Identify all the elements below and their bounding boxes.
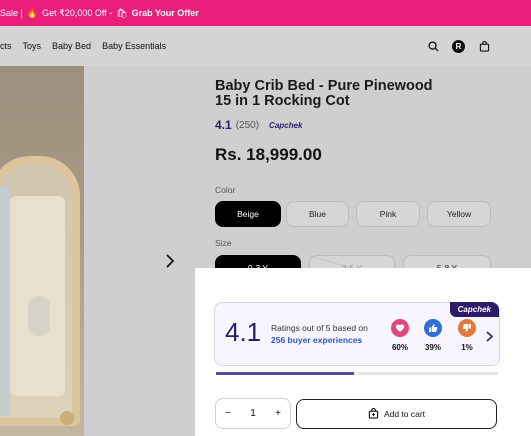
- capchek-rating-card[interactable]: Capchek 4.1 Ratings out of 5 based on 25…: [214, 302, 500, 366]
- add-to-cart-label: Add to cart: [383, 409, 426, 419]
- color-option-pink[interactable]: Pink: [356, 201, 420, 227]
- add-to-cart-button[interactable]: Add to cart: [296, 399, 497, 429]
- nav-item-baby-bed[interactable]: Baby Bed: [52, 41, 91, 51]
- promo-prefix: Sale |: [0, 8, 23, 18]
- color-option-beige[interactable]: Beige: [215, 201, 281, 227]
- color-option-blue[interactable]: Blue: [286, 201, 349, 227]
- color-label: Color: [215, 185, 236, 195]
- fire-icon: 🔥: [26, 7, 39, 18]
- account-icon[interactable]: R: [452, 39, 465, 53]
- product-title: Baby Crib Bed - Pure Pinewood 15 in 1 Ro…: [215, 78, 433, 109]
- stat-like-value: 39%: [424, 343, 441, 352]
- rating-count: (250): [235, 119, 260, 131]
- cart-icon[interactable]: [477, 39, 491, 53]
- cart-plus-icon: [368, 407, 379, 421]
- crib-panel: [10, 196, 65, 396]
- capchek-logo: Capchek: [269, 120, 303, 130]
- quantity-decrease-button[interactable]: −: [225, 408, 231, 419]
- thumbs-down-icon: [458, 319, 476, 337]
- thumbs-up-icon: [424, 319, 442, 337]
- gift-icon: 🛍: [116, 7, 128, 18]
- stat-dislike: 1%: [452, 319, 482, 352]
- crib-decal: [28, 296, 50, 336]
- nav-icons: R: [426, 39, 491, 53]
- color-option-yellow[interactable]: Yellow: [427, 201, 491, 227]
- review-carousel-progress: [216, 372, 498, 375]
- main-nav: ducts Toys Baby Bed Baby Essentials R: [0, 26, 531, 66]
- progress-divider: [355, 372, 358, 375]
- promo-bar[interactable]: Sale | 🔥 Get ₹20,000 Off - 🛍 Grab Your O…: [0, 0, 531, 26]
- capchek-badge: Capchek: [449, 302, 499, 317]
- quantity-increase-button[interactable]: +: [275, 408, 281, 419]
- nav-item-baby-essentials[interactable]: Baby Essentials: [102, 41, 166, 51]
- rating-summary[interactable]: 4.1 (250) Capchek: [215, 118, 302, 132]
- product-image[interactable]: [0, 66, 84, 436]
- nav-item-toys[interactable]: Toys: [23, 41, 42, 51]
- stat-like: 39%: [418, 319, 448, 352]
- capchek-score: 4.1: [225, 317, 262, 347]
- quantity-stepper: − 1 +: [215, 398, 291, 429]
- nav-links: ducts Toys Baby Bed Baby Essentials: [0, 41, 166, 51]
- size-label: Size: [215, 238, 232, 248]
- progress-fill: [216, 372, 355, 375]
- chevron-right-icon[interactable]: [486, 329, 494, 347]
- product-price: Rs. 18,999.00: [215, 145, 322, 164]
- crib-wheel: [60, 411, 74, 425]
- promo-cta[interactable]: Grab Your Offer: [132, 8, 199, 18]
- heart-icon: [391, 319, 409, 337]
- promo-offer-text: Get ₹20,000 Off -: [42, 7, 113, 18]
- nav-item-products[interactable]: ducts: [0, 41, 12, 51]
- capchek-experience-count[interactable]: 256 buyer experiences: [271, 335, 362, 345]
- quantity-value[interactable]: 1: [250, 408, 256, 419]
- stat-dislike-value: 1%: [461, 343, 473, 352]
- stat-love-value: 60%: [391, 343, 408, 352]
- rating-value: 4.1: [215, 118, 232, 132]
- search-icon[interactable]: [426, 39, 440, 53]
- capchek-rating-caption: Ratings out of 5 based on: [271, 323, 368, 333]
- stat-love: 60%: [385, 319, 415, 352]
- chevron-right-icon[interactable]: [162, 253, 178, 269]
